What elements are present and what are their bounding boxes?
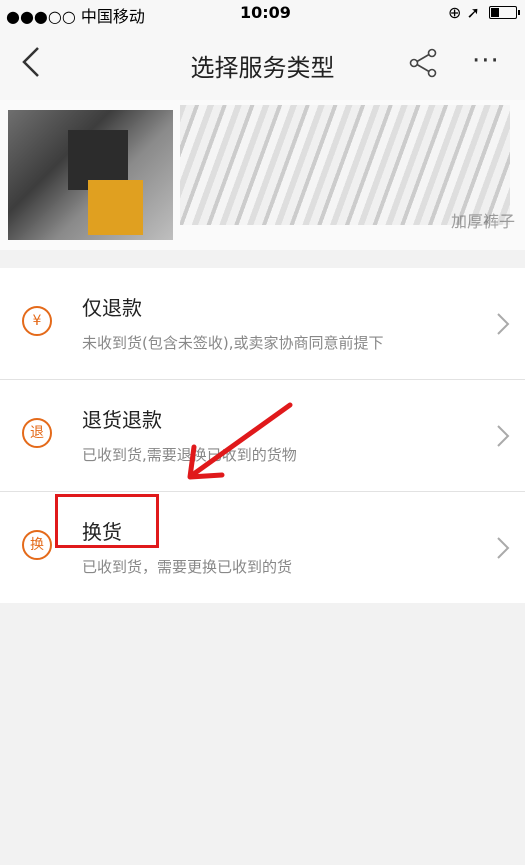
product-image [8,110,173,240]
redacted-product-info [180,105,510,225]
option-description: 未收到货(包含未签收),或卖家协商同意前提下 [82,334,384,352]
option-refund-only[interactable]: ¥ 仅退款 未收到货(包含未签收),或卖家协商同意前提下 [0,268,525,380]
page-title: 选择服务类型 [190,54,335,82]
chevron-right-icon [497,537,510,559]
share-icon[interactable] [408,48,438,78]
navigation-bar: 选择服务类型 ··· [0,28,525,100]
status-time: 10:09 [240,3,291,22]
more-menu-button[interactable]: ··· [472,46,510,76]
product-summary: 加厚裤子 [0,100,525,250]
option-title: 仅退款 [82,296,142,320]
location-icon: ⊕ ➚ [448,3,480,22]
exchange-icon: 换 [22,530,52,560]
status-icons: ⊕ ➚ [448,3,520,22]
chevron-right-icon [497,313,510,335]
refund-yen-icon: ¥ [22,306,52,336]
carrier-signal: ●●●○○ 中国移动 [6,7,145,26]
chevron-right-icon [497,425,510,447]
status-bar: ●●●○○ 中国移动 10:09 ⊕ ➚ [0,0,525,28]
annotation-highlight-box [55,494,159,548]
annotation-arrow-icon [187,402,293,480]
return-icon: 退 [22,418,52,448]
battery-icon [489,6,520,19]
option-description: 已收到货，需要更换已收到的货 [82,558,293,576]
product-title: 加厚裤子 [450,212,515,231]
option-title: 退货退款 [82,408,162,432]
